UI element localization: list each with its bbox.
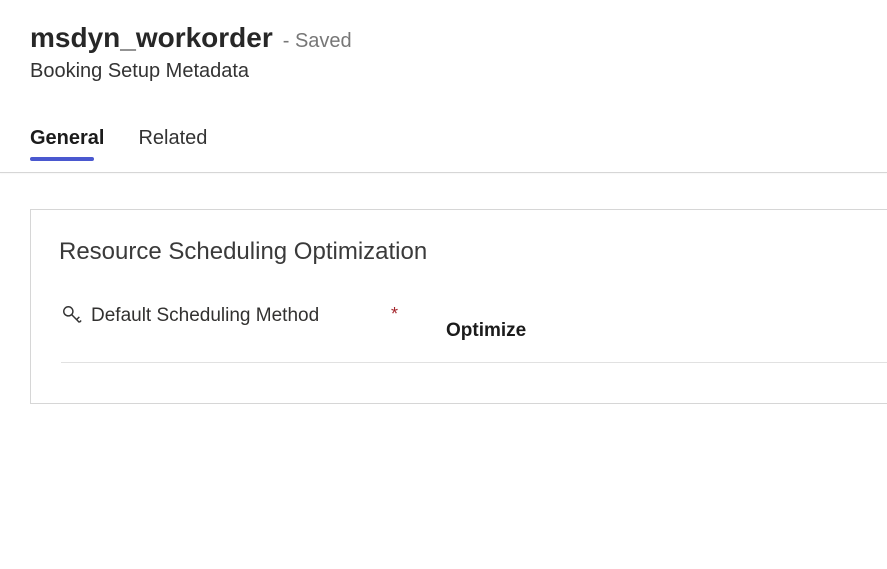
- section-title: Resource Scheduling Optimization: [59, 238, 887, 266]
- entity-title: msdyn_workorder: [30, 22, 273, 54]
- tab-related[interactable]: Related: [138, 127, 207, 158]
- title-row: msdyn_workorder - Saved: [30, 22, 857, 54]
- content-area: Resource Scheduling Optimization Default…: [0, 173, 887, 404]
- form-header: msdyn_workorder - Saved Booking Setup Me…: [0, 0, 887, 93]
- save-status: - Saved: [283, 30, 352, 53]
- tab-general[interactable]: General: [30, 127, 104, 158]
- tab-list: General Related: [0, 127, 887, 158]
- entity-subtitle: Booking Setup Metadata: [30, 60, 857, 83]
- field-label: Default Scheduling Method: [91, 302, 319, 331]
- section-rso: Resource Scheduling Optimization Default…: [30, 209, 887, 404]
- field-default-scheduling-method[interactable]: Default Scheduling Method * Optimize: [61, 302, 887, 363]
- field-label-block: Default Scheduling Method: [61, 302, 391, 331]
- field-value[interactable]: Optimize: [446, 320, 526, 342]
- required-indicator: *: [391, 304, 398, 325]
- key-icon: [61, 304, 83, 326]
